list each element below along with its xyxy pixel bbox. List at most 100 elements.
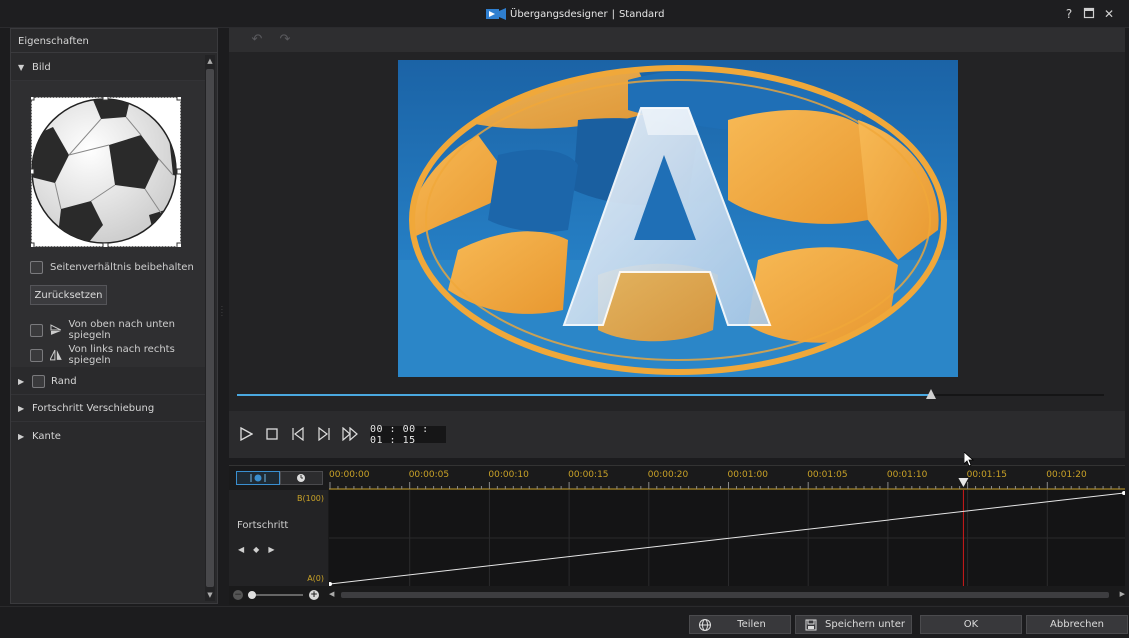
flip-horizontal-row: Von links nach rechts spiegeln [30, 344, 217, 366]
scroll-right-icon[interactable]: ▶ [1120, 590, 1125, 598]
scroll-up-icon[interactable]: ▲ [205, 57, 215, 65]
soccer-ball-image [28, 94, 183, 249]
preview-progress-fill [237, 394, 931, 396]
redo-icon[interactable]: ↷ [277, 32, 293, 48]
maximize-icon [1083, 7, 1095, 19]
flip-vertical-row: Von oben nach unten spiegeln [30, 319, 217, 341]
value-bottom-label: A(0) [307, 574, 324, 583]
section-image-label: Bild [32, 62, 51, 73]
previous-frame-button[interactable] [289, 425, 307, 443]
cancel-button[interactable]: Abbrechen [1026, 615, 1128, 634]
title-bar: Übergangsdesigner | Standard ? ✕ [0, 0, 1129, 28]
timeline-tabs [236, 471, 323, 485]
border-checkbox[interactable] [32, 375, 45, 388]
flip-horizontal-icon [49, 349, 62, 361]
timeline-time-label: 00:00:10 [488, 470, 529, 480]
timeline-ruler[interactable]: 00:00:00 00:00:05 00:00:10 00:00:15 00:00:20… [329, 466, 1125, 490]
play-button[interactable] [237, 425, 255, 443]
add-keyframe-icon[interactable]: ◆ [253, 545, 259, 554]
parameter-column: Fortschritt ◀ ◆ ▶ B(100) A(0) [229, 490, 328, 586]
zoom-out-icon[interactable]: − [233, 590, 243, 600]
close-button[interactable]: ✕ [1102, 7, 1116, 21]
expand-triangle-icon: ▶ [18, 377, 25, 386]
timeline-time-label: 00:00:15 [568, 470, 609, 480]
properties-scrollbar[interactable]: ▲ ▼ [205, 55, 215, 601]
undo-icon[interactable]: ↶ [249, 32, 265, 48]
fast-forward-button[interactable] [341, 425, 359, 443]
section-image[interactable]: ▼ Bild [11, 55, 205, 81]
keyframe-point[interactable] [328, 582, 332, 586]
keyframe-tab-icon [250, 474, 266, 482]
section-border[interactable]: ▶ Rand [11, 369, 205, 395]
graph-canvas [328, 490, 1126, 586]
parameter-name: Fortschritt [237, 520, 289, 531]
next-frame-button[interactable] [315, 425, 333, 443]
previous-keyframe-icon[interactable]: ◀ [238, 545, 244, 554]
maximize-button[interactable] [1082, 7, 1096, 21]
dialog-footer: Teilen Speichern unter OK Abbrechen [0, 606, 1129, 638]
stop-icon [266, 428, 278, 440]
section-edge[interactable]: ▶ Kante [11, 423, 205, 449]
flip-horizontal-label: Von links nach rechts spiegeln [68, 344, 175, 366]
keep-aspect-checkbox[interactable] [30, 261, 43, 274]
reset-button[interactable]: Zurücksetzen [30, 285, 107, 305]
zoom-slider-knob[interactable] [248, 591, 256, 599]
panel-splitter-handle[interactable]: · · · · [221, 305, 225, 322]
keyframe-navigation: ◀ ◆ ▶ [238, 545, 274, 554]
section-progress-shift-label: Fortschritt Verschiebung [32, 403, 155, 414]
flip-horizontal-checkbox[interactable] [30, 348, 43, 362]
ok-button[interactable]: OK [920, 615, 1022, 634]
timeline-time-label: 00:00:05 [408, 470, 450, 480]
section-border-label: Rand [51, 376, 77, 387]
flip-vertical-checkbox[interactable] [30, 323, 43, 337]
previous-frame-icon [292, 427, 304, 441]
undo-toolbar: ↶ ↷ [229, 28, 1125, 52]
clock-icon [297, 474, 306, 482]
timeline-footer: − + ◀ ▶ [229, 588, 1125, 604]
timeline-time-label: 00:01:10 [886, 470, 928, 480]
window-title: Übergangsdesigner | Standard [486, 7, 664, 21]
timeline-time-label: 00:01:20 [1046, 470, 1087, 480]
help-button[interactable]: ? [1062, 7, 1076, 21]
save-icon [803, 618, 819, 632]
timeline-scroll-thumb[interactable] [341, 592, 1109, 598]
image-thumbnail[interactable] [28, 94, 183, 249]
scroll-down-icon[interactable]: ▼ [205, 591, 215, 599]
next-keyframe-icon[interactable]: ▶ [268, 545, 274, 554]
timeline-time-label: 00:01:05 [807, 470, 848, 480]
title-separator: | [611, 8, 615, 20]
section-progress-shift[interactable]: ▶ Fortschritt Verschiebung [11, 396, 205, 422]
tab-timing[interactable] [279, 471, 323, 485]
section-edge-label: Kante [32, 430, 61, 442]
zoom-slider[interactable] [248, 594, 303, 596]
window-subtitle: Standard [618, 8, 665, 20]
collapse-triangle-icon: ▼ [18, 63, 25, 72]
keyframe-graph[interactable] [328, 490, 1126, 586]
keyframe-point[interactable] [1122, 491, 1126, 495]
preview-progress-bar[interactable] [237, 389, 1104, 399]
next-frame-icon [318, 427, 330, 441]
zoom-in-icon[interactable]: + [309, 590, 319, 600]
tab-keyframes[interactable] [236, 471, 280, 485]
progress-handle-icon[interactable] [925, 389, 936, 399]
playback-controls: 00 : 00 : 01 : 15 [229, 411, 1125, 458]
save-as-label: Speichern unter [825, 619, 905, 630]
expand-triangle-icon: ▶ [18, 404, 25, 413]
value-top-label: B(100) [297, 494, 324, 503]
timeline-scrollbar[interactable]: ◀ ▶ [329, 590, 1125, 600]
stop-button[interactable] [263, 425, 281, 443]
timeline-time-label: 00:01:15 [966, 470, 1008, 480]
ok-label: OK [963, 619, 979, 630]
mouse-cursor-icon [964, 452, 974, 466]
flip-vertical-label: Von oben nach unten spiegeln [68, 319, 175, 341]
scroll-left-icon[interactable]: ◀ [329, 590, 334, 598]
expand-triangle-icon: ▶ [18, 431, 25, 441]
scroll-thumb[interactable] [206, 69, 214, 587]
window-title-text: Übergangsdesigner [510, 8, 608, 20]
keep-aspect-label: Seitenverhältnis beibehalten [50, 262, 194, 273]
timeline-time-label: 00:00:20 [647, 470, 689, 480]
share-button[interactable]: Teilen [689, 615, 791, 634]
save-as-button[interactable]: Speichern unter [795, 615, 912, 634]
properties-header: Eigenschaften [11, 29, 217, 53]
cancel-label: Abbrechen [1050, 619, 1104, 630]
